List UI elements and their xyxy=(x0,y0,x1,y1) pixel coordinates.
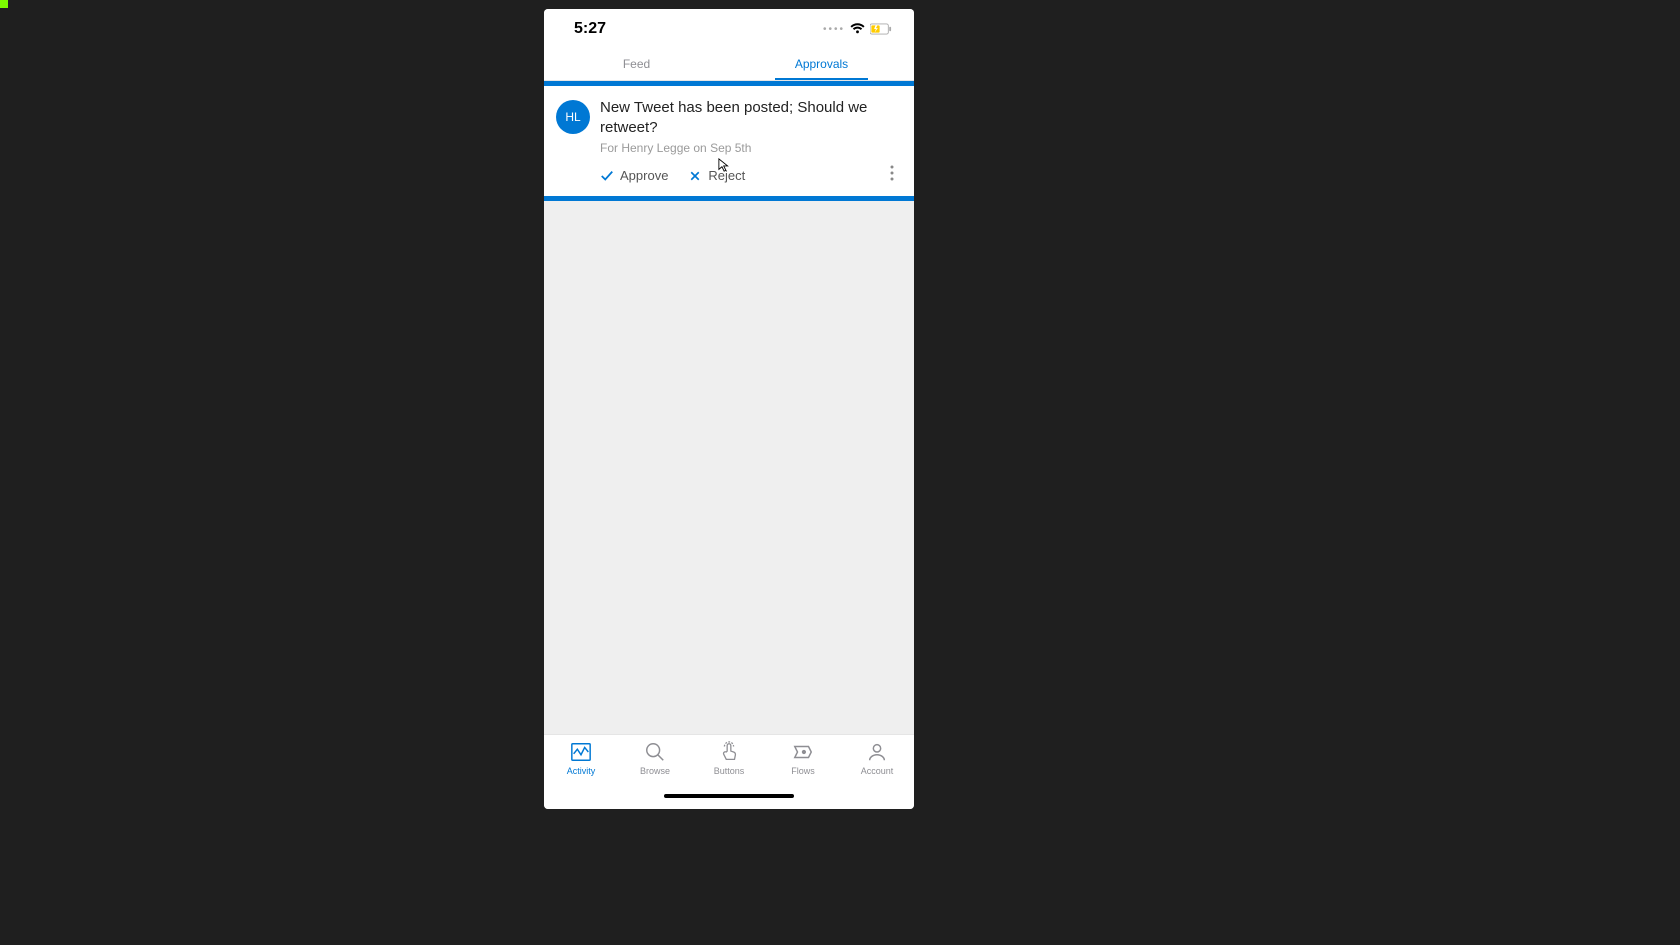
tab-feed-label: Feed xyxy=(623,57,650,71)
phone-frame: 5:27 •••• Feed Approvals HL xyxy=(544,9,914,809)
more-button[interactable] xyxy=(890,165,902,186)
nav-browse[interactable]: Browse xyxy=(618,741,692,794)
battery-icon xyxy=(870,23,892,35)
check-icon xyxy=(600,169,614,183)
home-indicator-bar xyxy=(544,794,914,809)
nav-activity[interactable]: Activity xyxy=(544,741,618,794)
tab-approvals[interactable]: Approvals xyxy=(729,49,914,80)
avatar-initials: HL xyxy=(565,110,580,124)
reject-button[interactable]: Reject xyxy=(688,168,745,183)
bottom-nav: Activity Browse Buttons Flows Account xyxy=(544,734,914,794)
avatar: HL xyxy=(556,100,590,134)
nav-flows[interactable]: Flows xyxy=(766,741,840,794)
tab-bar: Feed Approvals xyxy=(544,49,914,81)
approve-label: Approve xyxy=(620,168,668,183)
approval-card[interactable]: HL New Tweet has been posted; Should we … xyxy=(544,86,914,196)
card-title: New Tweet has been posted; Should we ret… xyxy=(600,98,902,137)
card-body: New Tweet has been posted; Should we ret… xyxy=(600,98,902,186)
content-area xyxy=(544,201,914,734)
search-icon xyxy=(644,741,666,763)
card-actions: Approve Reject xyxy=(600,165,902,186)
nav-account-label: Account xyxy=(861,766,894,776)
tab-approvals-label: Approvals xyxy=(795,57,848,71)
cellular-icon: •••• xyxy=(823,24,845,35)
activity-icon xyxy=(570,741,592,763)
tab-feed[interactable]: Feed xyxy=(544,49,729,80)
x-icon xyxy=(688,169,702,183)
person-icon xyxy=(866,741,888,763)
status-icons: •••• xyxy=(823,23,892,35)
status-bar: 5:27 •••• xyxy=(544,9,914,49)
wifi-icon xyxy=(850,23,865,35)
more-vertical-icon xyxy=(890,165,894,181)
approve-button[interactable]: Approve xyxy=(600,168,668,183)
status-time: 5:27 xyxy=(574,20,606,38)
approval-card-highlight: HL New Tweet has been posted; Should we … xyxy=(544,81,914,201)
nav-flows-label: Flows xyxy=(791,766,815,776)
tap-icon xyxy=(718,741,740,763)
nav-browse-label: Browse xyxy=(640,766,670,776)
nav-buttons[interactable]: Buttons xyxy=(692,741,766,794)
card-meta: For Henry Legge on Sep 5th xyxy=(600,141,902,155)
home-indicator[interactable] xyxy=(664,794,794,798)
flows-icon xyxy=(792,741,814,763)
nav-buttons-label: Buttons xyxy=(714,766,745,776)
nav-activity-label: Activity xyxy=(567,766,596,776)
nav-account[interactable]: Account xyxy=(840,741,914,794)
corner-indicator xyxy=(0,0,8,8)
cursor-icon xyxy=(718,158,732,172)
